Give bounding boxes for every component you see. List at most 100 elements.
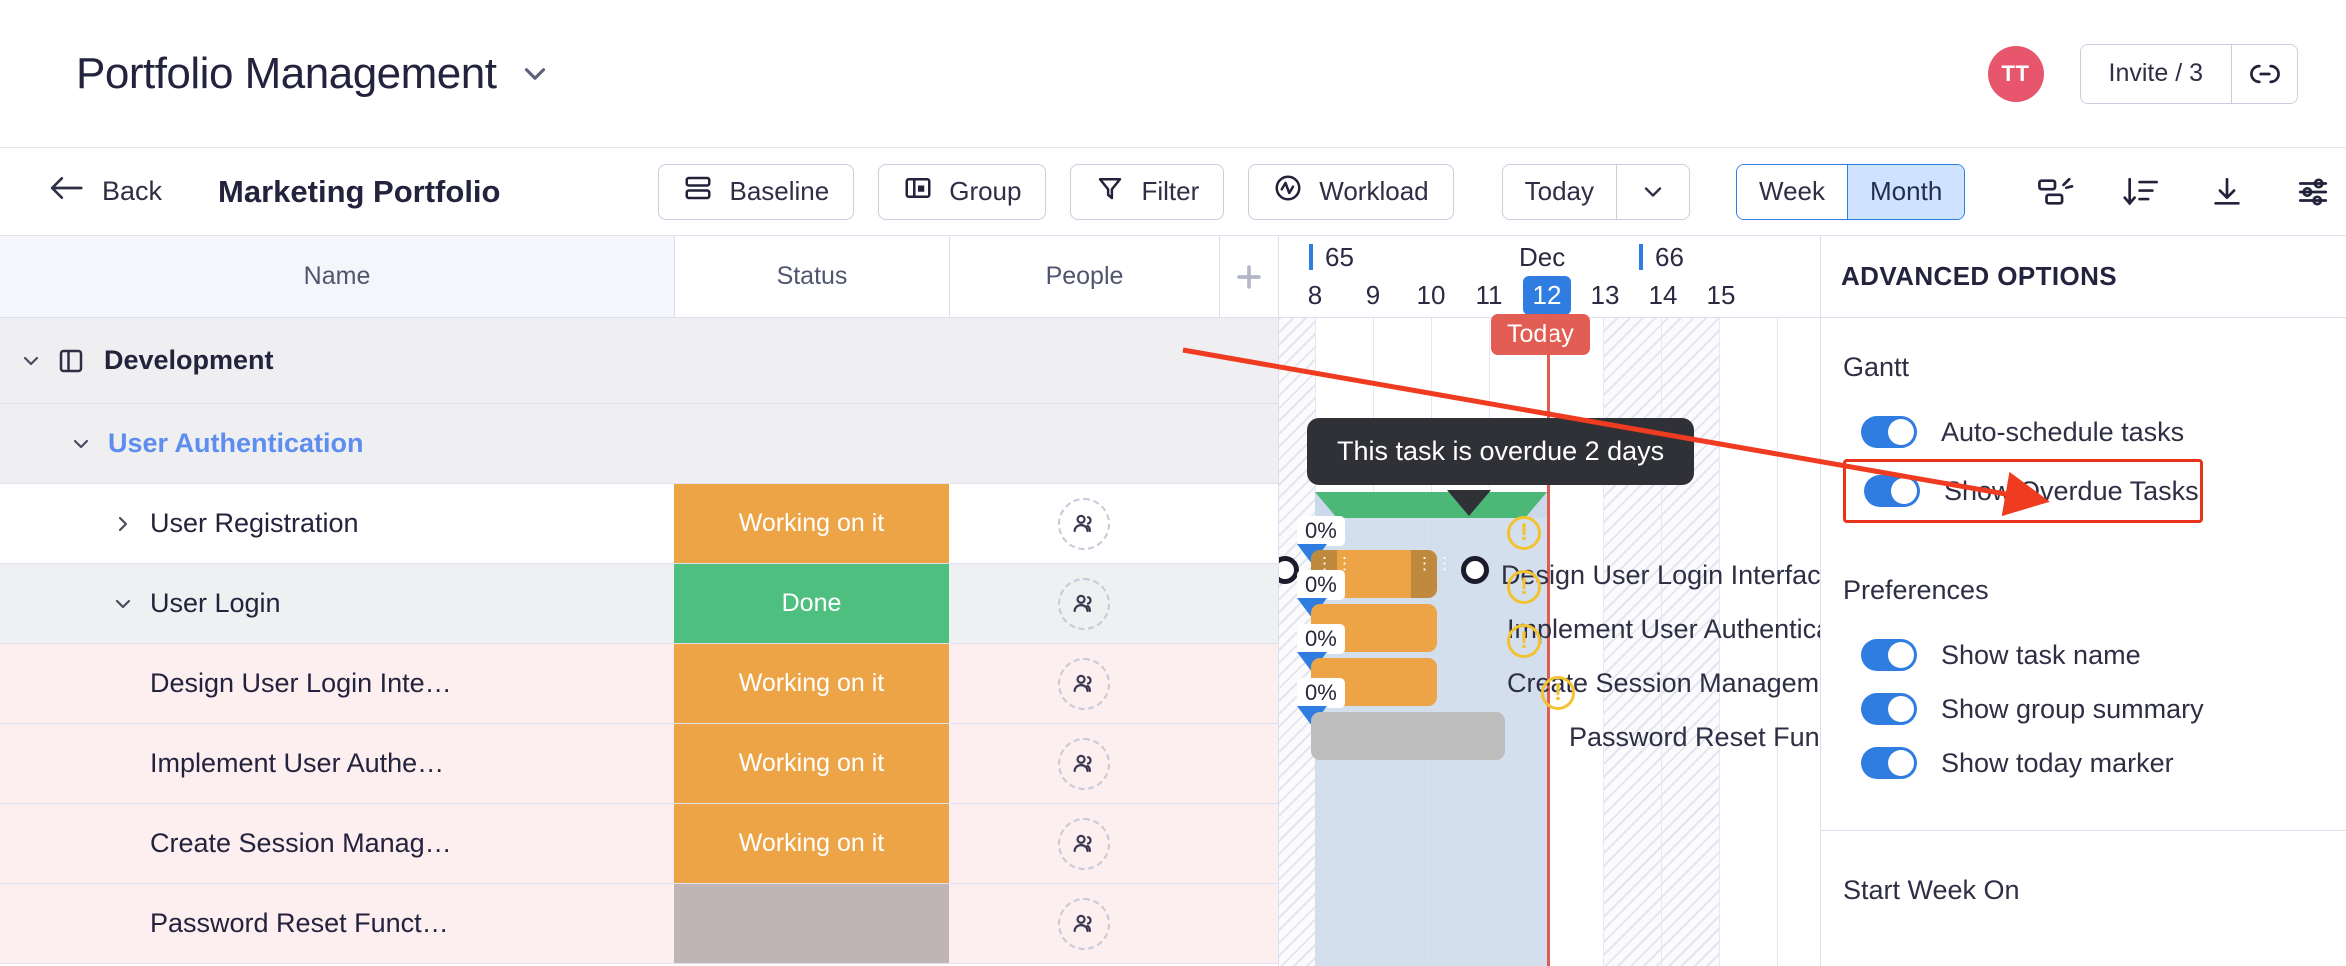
row-status-cell[interactable]	[674, 318, 949, 403]
option-auto-schedule-tasks[interactable]: Auto-schedule tasks	[1843, 405, 2346, 459]
gantt-body[interactable]: Today This task is overdue 2 days 0% ⋮⋮ …	[1279, 318, 1820, 966]
option-show-overdue-tasks[interactable]: Show Overdue Tasks	[1846, 464, 2200, 518]
overdue-warning-icon[interactable]: !	[1507, 624, 1541, 658]
toggle-show-today-marker[interactable]	[1861, 747, 1917, 779]
row-name: Create Session Manag…	[150, 828, 452, 859]
zoom-option-week[interactable]: Week	[1737, 165, 1847, 219]
row-name: Design User Login Inte…	[150, 668, 452, 699]
gantt-chart[interactable]: 65 Dec 66 8 9 10 11 12 13 14 15	[1278, 236, 1820, 966]
row-people-cell[interactable]	[949, 564, 1219, 643]
overdue-warning-icon[interactable]: !	[1541, 676, 1575, 710]
row-name: User Registration	[150, 508, 359, 539]
settings-sliders-icon[interactable]	[2293, 170, 2333, 214]
row-people-cell[interactable]	[949, 724, 1219, 803]
zoom-option-month[interactable]: Month	[1847, 165, 1964, 219]
gantt-bar-label: Implement User Authenticatio	[1507, 614, 1820, 645]
chevron-down-icon[interactable]	[68, 432, 94, 456]
column-header-status[interactable]: Status	[674, 236, 949, 317]
chevron-down-icon[interactable]	[1617, 165, 1689, 219]
sort-icon[interactable]	[2121, 170, 2161, 214]
baseline-icon	[683, 173, 713, 210]
chevron-down-icon[interactable]	[518, 57, 552, 91]
row-people-cell[interactable]	[949, 804, 1219, 883]
toolbar-buttons: Baseline Group Filter Workload	[658, 164, 2346, 220]
toggle-auto-schedule-tasks[interactable]	[1861, 416, 1917, 448]
workload-icon	[1273, 173, 1303, 210]
people-icon[interactable]	[1058, 578, 1110, 630]
add-column-button[interactable]	[1219, 236, 1278, 317]
status-badge[interactable]: Done	[674, 564, 949, 643]
toggle-knob	[1888, 750, 1914, 776]
baseline-button[interactable]: Baseline	[658, 164, 854, 220]
status-badge[interactable]: Working on it	[674, 724, 949, 803]
option-show-group-summary[interactable]: Show group summary	[1843, 682, 2346, 736]
week-number: 66	[1655, 242, 1684, 273]
row-people-cell[interactable]	[949, 484, 1219, 563]
link-icon[interactable]	[2231, 45, 2297, 103]
status-badge[interactable]: Working on it	[674, 644, 949, 723]
row-people-cell[interactable]	[949, 404, 1219, 483]
table-row[interactable]: Development	[0, 318, 1278, 404]
table-row[interactable]: Create Session Manag… Working on it	[0, 804, 1278, 884]
filter-icon	[1095, 173, 1125, 210]
filter-label: Filter	[1141, 176, 1199, 207]
back-label: Back	[102, 176, 162, 207]
group-summary-bar[interactable]	[1315, 492, 1547, 518]
toggle-show-overdue-tasks[interactable]	[1864, 475, 1920, 507]
row-name-cell: Password Reset Funct…	[0, 884, 674, 963]
gantt-bar[interactable]	[1311, 712, 1505, 760]
invite-button[interactable]: Invite / 3	[2081, 45, 2232, 103]
chevron-right-icon[interactable]	[110, 512, 136, 536]
highlight-annotation-box: Show Overdue Tasks	[1843, 459, 2203, 523]
today-button[interactable]: Today	[1503, 165, 1616, 219]
row-name-cell: Development	[0, 318, 674, 403]
bar-link-handle[interactable]	[1461, 556, 1489, 584]
option-show-task-name[interactable]: Show task name	[1843, 628, 2346, 682]
row-people-cell[interactable]	[949, 644, 1219, 723]
row-status-cell[interactable]	[674, 404, 949, 483]
baseline-label: Baseline	[729, 176, 829, 207]
section-label-gantt: Gantt	[1843, 352, 2346, 383]
bar-resize-handle-right[interactable]: ⋮⋮	[1411, 550, 1437, 598]
overdue-warning-icon[interactable]: !	[1507, 570, 1541, 604]
avatar[interactable]: TT	[1988, 46, 2044, 102]
chevron-down-icon[interactable]	[18, 349, 44, 373]
start-week-on-label: Start Week On	[1821, 831, 2346, 906]
option-show-today-marker[interactable]: Show today marker	[1843, 736, 2346, 790]
back-button[interactable]: Back	[0, 175, 162, 208]
chevron-down-icon[interactable]	[110, 592, 136, 616]
filter-button[interactable]: Filter	[1070, 164, 1224, 220]
people-icon[interactable]	[1058, 738, 1110, 790]
toggle-show-group-summary[interactable]	[1861, 693, 1917, 725]
group-button[interactable]: Group	[878, 164, 1046, 220]
table-row[interactable]: User Registration Working on it	[0, 484, 1278, 564]
row-people-cell[interactable]	[949, 318, 1219, 403]
people-icon[interactable]	[1058, 898, 1110, 950]
status-badge[interactable]: Working on it	[674, 804, 949, 883]
row-name: Implement User Authe…	[150, 748, 444, 779]
table-row[interactable]: Implement User Authe… Working on it	[0, 724, 1278, 804]
day-label: 11	[1461, 280, 1517, 311]
column-header-people[interactable]: People	[949, 236, 1219, 317]
toggle-show-task-name[interactable]	[1861, 639, 1917, 671]
column-header-name[interactable]: Name	[0, 236, 674, 317]
grid-header-row: Name Status People	[0, 236, 1278, 318]
workload-button[interactable]: Workload	[1248, 164, 1453, 220]
export-icon[interactable]	[2207, 170, 2247, 214]
table-row[interactable]: User Authentication	[0, 404, 1278, 484]
people-icon[interactable]	[1058, 658, 1110, 710]
row-people-cell[interactable]	[949, 884, 1219, 963]
row-name[interactable]: User Authentication	[108, 428, 364, 459]
status-badge[interactable]: Working on it	[674, 484, 949, 563]
overdue-warning-icon[interactable]: !	[1507, 516, 1541, 550]
people-icon[interactable]	[1058, 818, 1110, 870]
table-row[interactable]: Design User Login Inte… Working on it	[0, 644, 1278, 724]
week-number: 65	[1325, 242, 1354, 273]
table-row[interactable]: Password Reset Funct…	[0, 884, 1278, 964]
people-icon[interactable]	[1058, 498, 1110, 550]
critical-path-icon[interactable]	[2035, 170, 2075, 214]
bar-progress-label: 0%	[1297, 678, 1345, 708]
invite-group: Invite / 3	[2080, 44, 2299, 104]
table-row[interactable]: User Login Done	[0, 564, 1278, 644]
status-badge[interactable]	[674, 884, 949, 963]
